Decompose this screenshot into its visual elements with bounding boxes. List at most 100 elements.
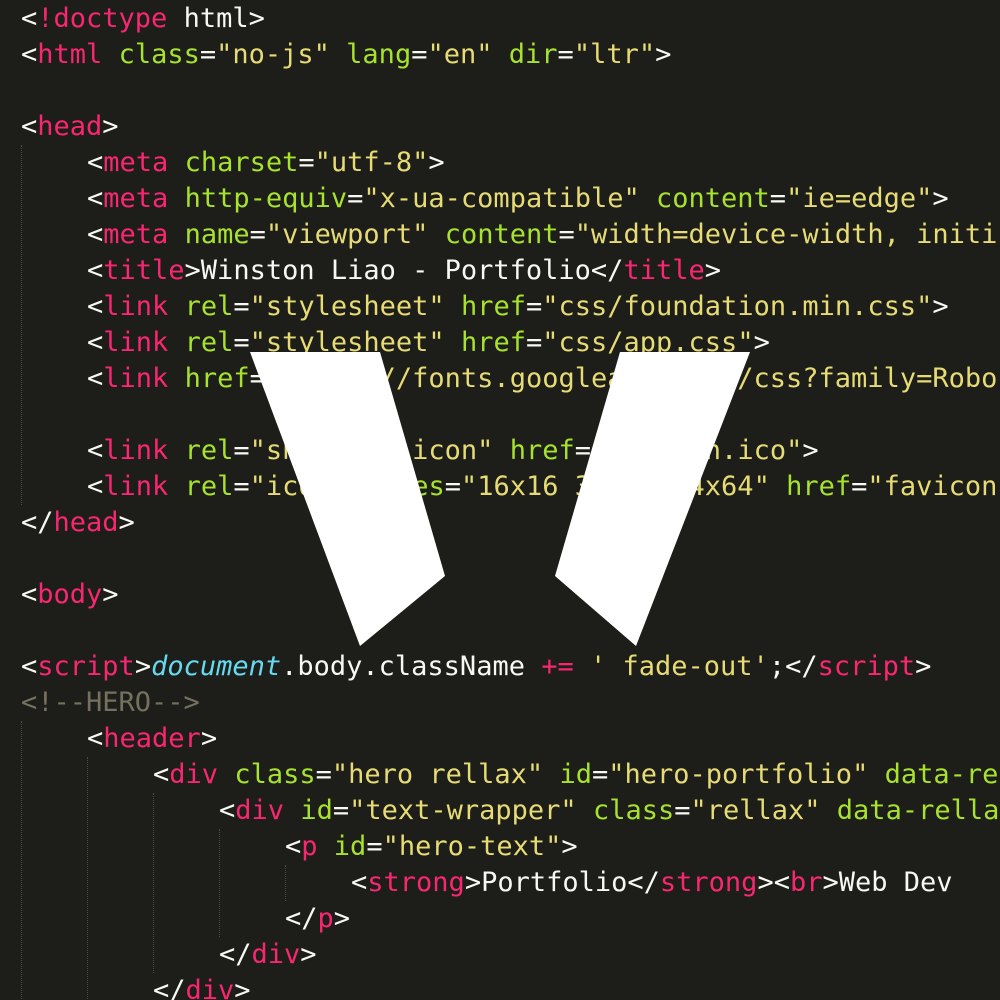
- punctuation-token: [318, 831, 334, 862]
- punctuation-token: <: [87, 471, 104, 502]
- code-line[interactable]: </head>: [21, 505, 135, 541]
- tag-name-token: link: [103, 435, 169, 466]
- tag-name-token: strong: [659, 867, 758, 898]
- punctuation-token: =: [557, 39, 574, 70]
- code-line[interactable]: <div id="text-wrapper" class="rellax" da…: [219, 793, 999, 829]
- punctuation-token: </: [153, 975, 186, 1000]
- code-line[interactable]: </p>: [285, 901, 350, 937]
- punctuation-token: [821, 795, 837, 826]
- punctuation-token: =: [411, 39, 428, 70]
- punctuation-token: =: [315, 759, 332, 790]
- attribute-name-token: content: [444, 219, 559, 250]
- code-line[interactable]: <link rel="icon" sizes="16x16 32x32 64x6…: [87, 469, 997, 505]
- code-area[interactable]: <!doctype html> <html class="no-js" lang=…: [0, 0, 1000, 1000]
- string-value-token: "shortcut icon": [249, 435, 494, 466]
- attribute-name-token: href: [184, 363, 250, 394]
- punctuation-token: =: [366, 831, 383, 862]
- code-line[interactable]: <link href="https://fonts.googleapis.com…: [87, 361, 997, 397]
- attribute-name-token: rel: [184, 291, 234, 322]
- attribute-name-token: name: [184, 219, 250, 250]
- code-line[interactable]: <header>: [87, 721, 217, 757]
- code-line[interactable]: <link rel="shortcut icon" href="favicon.…: [87, 433, 819, 469]
- punctuation-token: >: [915, 651, 932, 682]
- code-line[interactable]: <div class="hero rellax" id="hero-portfo…: [153, 757, 998, 793]
- punctuation-token: >Web Dev: [822, 867, 953, 898]
- code-editor[interactable]: <!doctype html> <html class="no-js" lang=…: [0, 0, 1000, 1000]
- punctuation-token: [168, 219, 184, 250]
- code-line[interactable]: <head>: [21, 109, 119, 145]
- code-line[interactable]: <script>document.body.className += ' fad…: [21, 649, 931, 685]
- string-value-token: "16x16 32x32 64x64": [460, 471, 770, 502]
- punctuation-token: =: [558, 219, 575, 250]
- attribute-name-token: data-rella: [836, 795, 1000, 826]
- tag-name-token: header: [103, 723, 201, 754]
- string-value-token: "ltr": [573, 39, 656, 70]
- indent-guide: [87, 757, 88, 1000]
- string-value-token: "favicon: [867, 471, 998, 502]
- punctuation-token: =: [674, 795, 691, 826]
- punctuation-token: =: [233, 291, 250, 322]
- code-line[interactable]: <meta charset="utf-8">: [87, 145, 445, 181]
- code-line[interactable]: <p id="hero-text">: [285, 829, 578, 865]
- tag-name-token: body: [37, 579, 103, 610]
- attribute-name-token: dir: [508, 39, 558, 70]
- code-line[interactable]: <!doctype html>: [21, 1, 265, 37]
- code-line[interactable]: <link rel="stylesheet" href="css/app.css…: [87, 325, 770, 361]
- code-line[interactable]: <strong>Portfolio</strong><br>Web Dev: [351, 865, 953, 901]
- punctuation-token: <: [21, 39, 38, 70]
- punctuation-token: <: [351, 867, 368, 898]
- code-line[interactable]: <link rel="stylesheet" href="css/foundat…: [87, 289, 949, 325]
- punctuation-token: ;</: [768, 651, 818, 682]
- code-line[interactable]: <meta http-equiv="x-ua-compatible" conte…: [87, 181, 949, 217]
- punctuation-token: [168, 291, 184, 322]
- code-line[interactable]: <title>Winston Liao - Portfolio</title>: [87, 253, 721, 289]
- tag-name-token: link: [103, 471, 169, 502]
- punctuation-token: >: [234, 975, 251, 1000]
- code-line[interactable]: <body>: [21, 577, 119, 613]
- tag-name-token: meta: [103, 147, 169, 178]
- string-value-token: "hero-portfolio": [608, 759, 869, 790]
- punctuation-token: >: [704, 255, 721, 286]
- string-value-token: "css/foundation.min.css": [542, 291, 933, 322]
- punctuation-token: <: [21, 3, 38, 34]
- string-value-token: "rellax": [690, 795, 821, 826]
- punctuation-token: <: [87, 255, 104, 286]
- punctuation-token: <: [87, 219, 104, 250]
- punctuation-token: <: [21, 579, 38, 610]
- tag-name-token: !doctype: [37, 3, 168, 34]
- punctuation-token: [770, 471, 786, 502]
- tag-name-token: p: [317, 903, 334, 934]
- code-line[interactable]: </div>: [219, 937, 317, 973]
- punctuation-token: </: [285, 903, 318, 934]
- punctuation-token: [168, 435, 184, 466]
- tag-name-token: p: [301, 831, 318, 862]
- punctuation-token: >: [655, 39, 672, 70]
- punctuation-token: =: [525, 327, 543, 358]
- tag-name-token: strong: [367, 867, 465, 898]
- code-line[interactable]: <meta name="viewport" content="width=dev…: [87, 217, 997, 253]
- punctuation-token: [543, 759, 559, 790]
- string-value-token: "icon": [249, 471, 348, 502]
- string-value-token: "width=device-width, initi: [574, 219, 998, 250]
- attribute-name-token: href: [509, 435, 575, 466]
- tag-name-token: link: [103, 363, 169, 394]
- tag-name-token: div: [185, 975, 235, 1000]
- attribute-name-token: content: [656, 183, 770, 214]
- code-line[interactable]: </div>: [153, 973, 251, 1000]
- attribute-name-token: data-re: [884, 759, 999, 790]
- attribute-name-token: class: [234, 759, 316, 790]
- attribute-name-token: lang: [346, 39, 412, 70]
- string-value-token: "text-wrapper": [349, 795, 577, 826]
- tag-name-token: meta: [103, 219, 169, 250]
- attribute-name-token: class: [118, 39, 200, 70]
- string-value-token: ' fade-out': [590, 651, 769, 682]
- punctuation-token: [574, 651, 590, 682]
- punctuation-token: <: [285, 831, 302, 862]
- punctuation-token: [330, 39, 346, 70]
- tag-name-token: link: [103, 291, 169, 322]
- tag-name-token: head: [53, 507, 119, 538]
- string-value-token: "no-js": [216, 39, 330, 70]
- code-line[interactable]: <!--HERO-->: [21, 685, 200, 721]
- tag-name-token: script: [817, 651, 916, 682]
- code-line[interactable]: <html class="no-js" lang="en" dir="ltr">: [21, 37, 671, 73]
